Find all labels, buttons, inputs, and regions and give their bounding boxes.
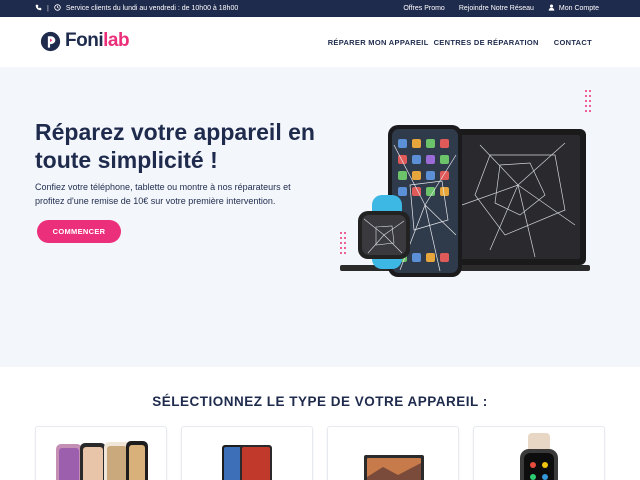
device-card-smartphone[interactable] [35, 426, 167, 480]
broken-devices-illustration [340, 90, 591, 277]
nav-contact[interactable]: CONTACT [554, 38, 592, 47]
smartwatch-image [520, 433, 558, 480]
device-card-smartwatch[interactable] [473, 426, 605, 480]
smartphone-image [56, 441, 148, 480]
main-nav: RÉPARER MON APPAREIL CENTRES DE RÉPARATI… [328, 17, 592, 67]
device-type-section: SÉLECTIONNEZ LE TYPE DE VOTRE APPAREIL : [0, 367, 640, 480]
device-card-computer[interactable] [327, 426, 459, 480]
user-icon [548, 4, 555, 13]
service-hours-text: Service clients du lundi au vendredi : d… [65, 5, 239, 12]
computer-image [364, 455, 424, 480]
top-bar-links: Offres Promo Rejoindre Notre Réseau Mon … [403, 0, 599, 17]
my-account-label: Mon Compte [558, 5, 599, 12]
main-header: Fonilab RÉPARER MON APPAREIL CENTRES DE … [0, 17, 640, 67]
start-button[interactable]: COMMENCER [37, 220, 121, 243]
logo-text: Fonilab [65, 30, 130, 51]
device-type-title: SÉLECTIONNEZ LE TYPE DE VOTRE APPAREIL : [152, 394, 488, 409]
my-account-link[interactable]: Mon Compte [548, 4, 599, 13]
top-bar: | Service clients du lundi au vendredi :… [0, 0, 640, 17]
join-network-link[interactable]: Rejoindre Notre Réseau [459, 5, 534, 12]
nav-repair-centers[interactable]: CENTRES DE RÉPARATION [434, 38, 539, 47]
dots-decoration-top [585, 90, 591, 112]
device-card-tablet[interactable] [181, 426, 313, 480]
phone-icon[interactable] [35, 4, 42, 13]
nav-repair-device[interactable]: RÉPARER MON APPAREIL [328, 38, 429, 47]
top-bar-info: | Service clients du lundi au vendredi :… [35, 0, 238, 17]
hero-title: Réparez votre appareil en toute simplici… [35, 119, 315, 173]
tablet-image [222, 445, 272, 480]
clock-icon [54, 4, 61, 13]
logo[interactable]: Fonilab [40, 30, 130, 52]
hero-description: Confiez votre téléphone, tablette ou mon… [35, 182, 291, 206]
separator: | [47, 5, 49, 12]
promo-offers-link[interactable]: Offres Promo [403, 5, 445, 12]
logo-mark-icon [40, 31, 61, 51]
dots-decoration-bottom [340, 232, 346, 254]
hero-section: Réparez votre appareil en toute simplici… [0, 67, 640, 367]
